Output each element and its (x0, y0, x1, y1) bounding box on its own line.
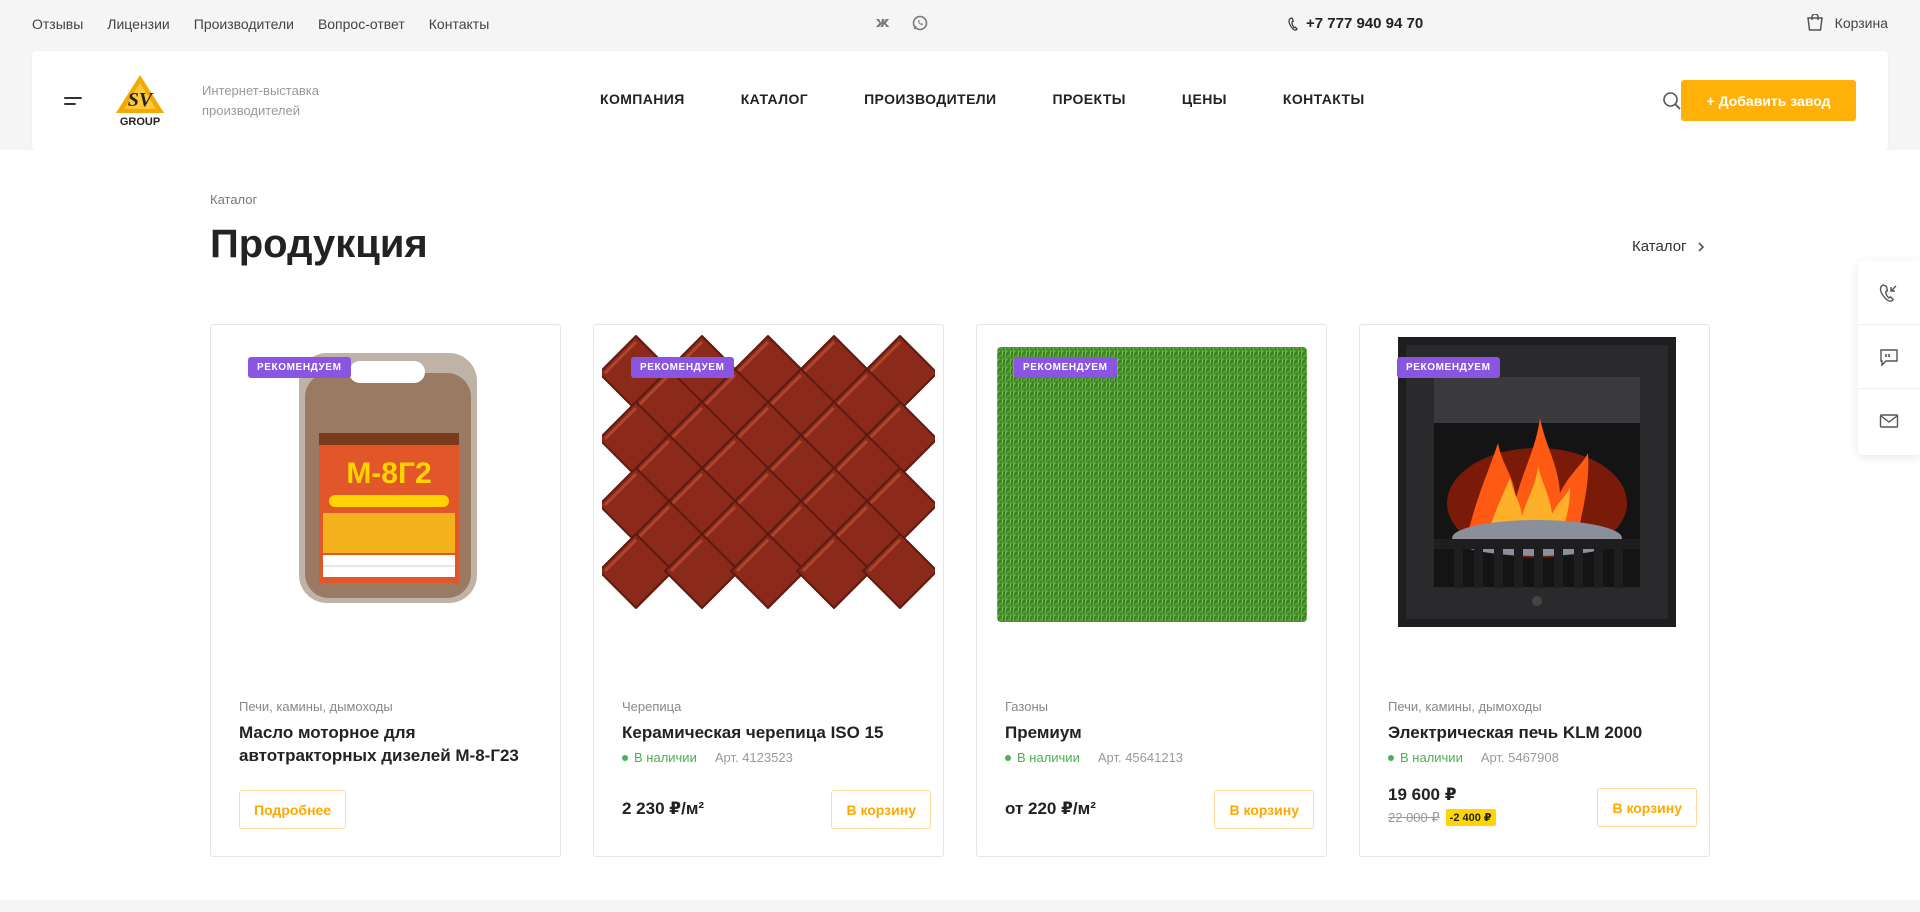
details-button[interactable]: Подробнее (239, 790, 347, 829)
svg-text:М-8Г2: М-8Г2 (346, 457, 431, 490)
top-link-contacts[interactable]: Контакты (429, 16, 489, 32)
menu-burger-icon[interactable] (64, 97, 82, 109)
main-nav: КОМПАНИЯ КАТАЛОГ ПРОИЗВОДИТЕЛИ ПРОЕКТЫ Ц… (600, 91, 1365, 107)
nav-prices[interactable]: ЦЕНЫ (1182, 91, 1227, 107)
mail-icon[interactable] (1858, 389, 1920, 453)
product-name[interactable]: Керамическая черепица ISO 15 (622, 721, 922, 744)
social-links (876, 15, 928, 31)
stock-info: В наличии Арт. 4123523 (622, 750, 793, 765)
article-number: Арт. 5467908 (1480, 750, 1559, 765)
main-content: Каталог Продукция Каталог РЕКОМЕНДУЕМ М-… (0, 150, 1920, 900)
recommend-badge: РЕКОМЕНДУЕМ (1397, 357, 1500, 378)
phone-icon (1288, 16, 1298, 31)
product-card[interactable]: РЕКОМЕНДУЕМ Черепица Керамическая черепи… (593, 324, 944, 857)
product-image-artificial-grass[interactable] (985, 333, 1318, 633)
product-price: 19 600 ₽ (1388, 785, 1457, 804)
chevron-right-icon (1697, 241, 1704, 252)
top-link-faq[interactable]: Вопрос-ответ (318, 16, 405, 32)
cart-icon (1806, 14, 1823, 31)
top-link-manufacturers[interactable]: Производители (194, 16, 294, 32)
product-image-roof-tiles[interactable] (602, 333, 935, 633)
search-icon[interactable] (1662, 91, 1682, 111)
add-to-cart-button[interactable]: В корзину (1214, 790, 1314, 829)
breadcrumb[interactable]: Каталог (210, 192, 257, 207)
site-tagline: Интернет-выставка производителей (202, 83, 319, 118)
nav-projects[interactable]: ПРОЕКТЫ (1053, 91, 1126, 107)
add-to-cart-button[interactable]: В корзину (1597, 788, 1697, 827)
product-grid: РЕКОМЕНДУЕМ М-8Г2 Печи, камины, дымоходы… (210, 324, 1710, 857)
top-nav: Отзывы Лицензии Производители Вопрос-отв… (32, 16, 489, 32)
old-price-row: 22 000 ₽ -2 400 ₽ (1388, 809, 1496, 826)
phone-number[interactable]: +7 777 940 94 70 (1288, 15, 1423, 32)
whatsapp-icon[interactable] (912, 15, 928, 31)
page-title: Продукция (210, 222, 428, 266)
product-price: 2 230 ₽/м² (622, 799, 705, 818)
phone-callback-icon[interactable] (1858, 261, 1920, 325)
product-card[interactable]: РЕКОМЕНДУЕМ Печи, камины, дымоходы Элект… (1359, 324, 1710, 857)
stock-info: В наличии Арт. 45641213 (1005, 750, 1183, 765)
product-card[interactable]: РЕКОМЕНДУЕМ Газоны Премиум В наличии Арт… (976, 324, 1327, 857)
article-number: Арт. 45641213 (1097, 750, 1184, 765)
in-stock-status: В наличии (1388, 750, 1463, 765)
nav-catalog[interactable]: КАТАЛОГ (741, 91, 808, 107)
discount-badge: -2 400 ₽ (1445, 809, 1496, 826)
product-name[interactable]: Премиум (1005, 721, 1305, 744)
product-name[interactable]: Масло моторное для автотракторных дизеле… (239, 721, 539, 767)
nav-company[interactable]: КОМПАНИЯ (600, 91, 685, 107)
nav-manufacturers[interactable]: ПРОИЗВОДИТЕЛИ (864, 91, 996, 107)
add-factory-button[interactable]: + Добавить завод (1681, 80, 1856, 121)
cart-link[interactable]: Корзина (1805, 14, 1888, 32)
phone-text: +7 777 940 94 70 (1306, 15, 1424, 32)
article-number: Арт. 4123523 (714, 750, 793, 765)
product-image-electric-fireplace[interactable] (1368, 333, 1701, 633)
add-to-cart-button[interactable]: В корзину (831, 790, 931, 829)
svg-text:SV: SV (128, 89, 154, 111)
chat-icon[interactable] (1858, 325, 1920, 389)
top-link-reviews[interactable]: Отзывы (32, 16, 83, 32)
product-image-oil-canister[interactable]: М-8Г2 (219, 333, 552, 633)
cart-label: Корзина (1834, 15, 1888, 31)
catalog-link[interactable]: Каталог (1632, 238, 1705, 255)
product-card[interactable]: РЕКОМЕНДУЕМ М-8Г2 Печи, камины, дымоходы… (210, 324, 561, 857)
in-stock-status: В наличии (1005, 750, 1080, 765)
contact-side-widget (1858, 261, 1920, 455)
main-header: SV GROUP Интернет-выставка производителе… (32, 51, 1888, 150)
top-link-licenses[interactable]: Лицензии (107, 16, 169, 32)
stock-info: В наличии Арт. 5467908 (1388, 750, 1559, 765)
footer-strip (0, 900, 1920, 912)
product-category: Печи, камины, дымоходы (239, 699, 393, 714)
catalog-link-label: Каталог (1632, 238, 1687, 255)
recommend-badge: РЕКОМЕНДУЕМ (1014, 357, 1117, 378)
svg-text:GROUP: GROUP (120, 116, 160, 128)
product-price: от 220 ₽/м² (1005, 799, 1096, 818)
in-stock-status: В наличии (622, 750, 697, 765)
vk-icon[interactable] (876, 15, 892, 31)
old-price: 22 000 ₽ (1388, 809, 1440, 825)
recommend-badge: РЕКОМЕНДУЕМ (248, 357, 351, 378)
top-bar: Отзывы Лицензии Производители Вопрос-отв… (0, 0, 1920, 50)
site-logo[interactable]: SV GROUP (112, 73, 168, 129)
nav-contacts[interactable]: КОНТАКТЫ (1283, 91, 1365, 107)
product-category: Печи, камины, дымоходы (1388, 699, 1542, 714)
product-name[interactable]: Электрическая печь KLM 2000 (1388, 721, 1688, 744)
product-category: Черепица (622, 699, 682, 714)
product-category: Газоны (1005, 699, 1048, 714)
recommend-badge: РЕКОМЕНДУЕМ (631, 357, 734, 378)
